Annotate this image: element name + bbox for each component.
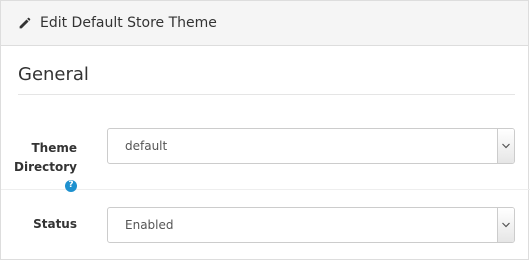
theme-directory-label-line2: Directory: [14, 160, 77, 174]
chevron-down-icon[interactable]: [497, 208, 514, 242]
theme-directory-select[interactable]: default: [107, 128, 515, 164]
theme-edit-panel: Edit Default Store Theme General Theme D…: [0, 0, 530, 261]
status-value: Enabled: [125, 218, 174, 232]
help-icon[interactable]: ?: [65, 179, 77, 192]
status-label: Status: [33, 217, 77, 231]
section-legend: General: [18, 59, 515, 95]
status-group: Status Enabled: [1, 191, 530, 261]
chevron-down-icon[interactable]: [497, 129, 514, 163]
theme-directory-label: Theme Directory?: [1, 139, 77, 196]
pencil-icon: [18, 17, 31, 30]
panel-title: Edit Default Store Theme: [40, 15, 217, 31]
theme-directory-label-line1: Theme: [31, 141, 77, 155]
theme-directory-group: Theme Directory? default: [1, 118, 530, 192]
theme-directory-value: default: [125, 139, 168, 153]
panel-heading: Edit Default Store Theme: [1, 1, 528, 46]
status-select[interactable]: Enabled: [107, 207, 515, 243]
